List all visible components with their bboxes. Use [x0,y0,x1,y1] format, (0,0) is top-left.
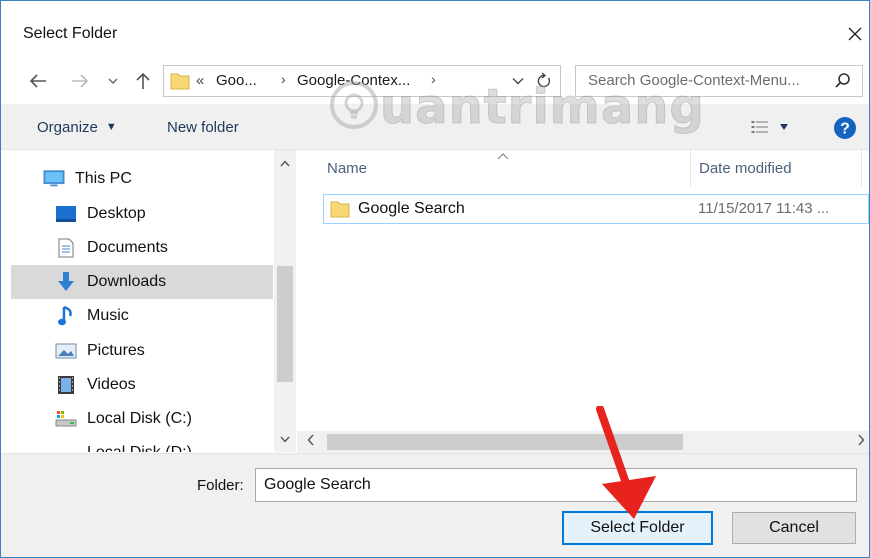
new-folder-button[interactable]: New folder [157,115,249,139]
breadcrumb-item[interactable]: Google-Contex... [297,72,410,89]
dialog-footer: Folder: Select Folder Cancel [1,453,869,557]
caret-down-icon: ▼ [105,121,117,133]
details-view-icon [751,121,768,133]
sort-ascending-icon [497,150,509,163]
scrollbar-thumb[interactable] [277,266,293,382]
downloads-icon [55,271,77,293]
refresh-button[interactable] [532,68,556,94]
search-placeholder: Search Google-Context-Menu... [588,72,800,89]
file-list-horizontal-scrollbar[interactable] [297,431,869,453]
scroll-up-icon[interactable] [274,154,296,172]
pc-icon [43,168,65,190]
search-input[interactable]: Search Google-Context-Menu... [575,65,863,97]
folder-name-input[interactable] [255,468,857,502]
close-button[interactable] [841,19,869,49]
column-divider[interactable] [690,150,691,186]
back-button[interactable] [23,67,53,95]
title-bar: Select Folder [1,1,869,61]
address-bar[interactable]: « Goo... › Google-Contex... › [163,65,561,97]
select-folder-button[interactable]: Select Folder [562,511,713,545]
column-divider[interactable] [861,150,862,186]
folder-icon [330,199,350,223]
pictures-icon [55,340,77,362]
recent-locations-button[interactable] [103,67,123,95]
arrow-left-icon [29,74,46,88]
arrow-right-icon [72,74,89,88]
forward-button[interactable] [65,67,95,95]
nav-item-label: This PC [75,170,132,187]
scrollbar-thumb[interactable] [327,434,683,450]
nav-item-music[interactable]: Music [11,299,273,333]
music-icon [55,305,77,327]
navigation-pane: This PC Desktop Documents Downloads Musi… [11,150,296,452]
nav-item-label: Videos [87,376,136,393]
nav-item-label: Desktop [87,205,146,222]
file-name: Google Search [358,200,465,217]
nav-item-label: Music [87,307,129,324]
nav-vertical-scrollbar[interactable] [274,150,296,452]
window-title: Select Folder [23,25,118,42]
nav-item-label: Local Disk (C:) [87,410,192,427]
close-icon [848,27,862,41]
refresh-icon [537,72,551,88]
breadcrumb-overflow[interactable]: « [196,72,204,89]
file-row[interactable]: Google Search 11/15/2017 11:43 ... [323,194,869,224]
up-button[interactable] [129,67,157,95]
help-icon: ? [834,117,856,139]
disk-icon [55,442,77,452]
help-button[interactable]: ? [833,116,857,140]
breadcrumb-separator[interactable]: › [431,71,436,87]
column-header-name[interactable]: Name [327,160,367,177]
address-history-button[interactable] [508,70,528,92]
folder-label: Folder: [197,477,244,494]
nav-item-this-pc[interactable]: This PC [11,162,273,196]
nav-item-downloads[interactable]: Downloads [11,265,273,299]
column-header-row: Name Date modified [297,150,869,188]
scroll-left-icon[interactable] [307,433,315,450]
disk-icon [55,408,77,430]
nav-item-label: Local Disk (D:) [87,444,192,452]
folder-icon [170,71,190,95]
organize-label: Organize [37,118,98,136]
breadcrumb-item[interactable]: Goo... [216,72,257,89]
desktop-icon [55,203,77,225]
scroll-down-icon[interactable] [274,430,296,448]
nav-item-local-disk-d[interactable]: Local Disk (D:) [11,436,273,452]
breadcrumb-separator[interactable]: › [281,71,286,87]
nav-item-pictures[interactable]: Pictures [11,334,273,368]
command-bar: Organize ▼ New folder ? [1,104,869,150]
chevron-down-icon [108,78,118,84]
documents-icon [55,237,77,259]
file-date-modified: 11/15/2017 11:43 ... [698,200,830,217]
file-list: Name Date modified Google Search 11/15/2… [297,150,869,452]
change-view-button[interactable] [739,115,801,139]
select-folder-dialog: Select Folder « Goo... › Google-Contex..… [0,0,870,558]
nav-item-videos[interactable]: Videos [11,368,273,402]
search-icon [834,72,852,94]
scroll-right-icon[interactable] [857,433,865,450]
address-row: « Goo... › Google-Contex... › Search Goo… [1,61,869,103]
chevron-down-icon [512,78,524,85]
column-header-date-modified[interactable]: Date modified [699,160,792,177]
organize-button[interactable]: Organize ▼ [27,115,127,139]
nav-item-label: Documents [87,239,168,256]
nav-item-label: Pictures [87,342,145,359]
cancel-button[interactable]: Cancel [732,512,856,544]
caret-down-icon [780,124,788,130]
nav-item-desktop[interactable]: Desktop [11,197,273,231]
videos-icon [55,374,77,396]
svg-text:?: ? [840,121,850,138]
arrow-up-icon [136,72,150,89]
nav-item-local-disk-c[interactable]: Local Disk (C:) [11,402,273,436]
nav-item-label: Downloads [87,273,167,290]
nav-item-documents[interactable]: Documents [11,231,273,265]
